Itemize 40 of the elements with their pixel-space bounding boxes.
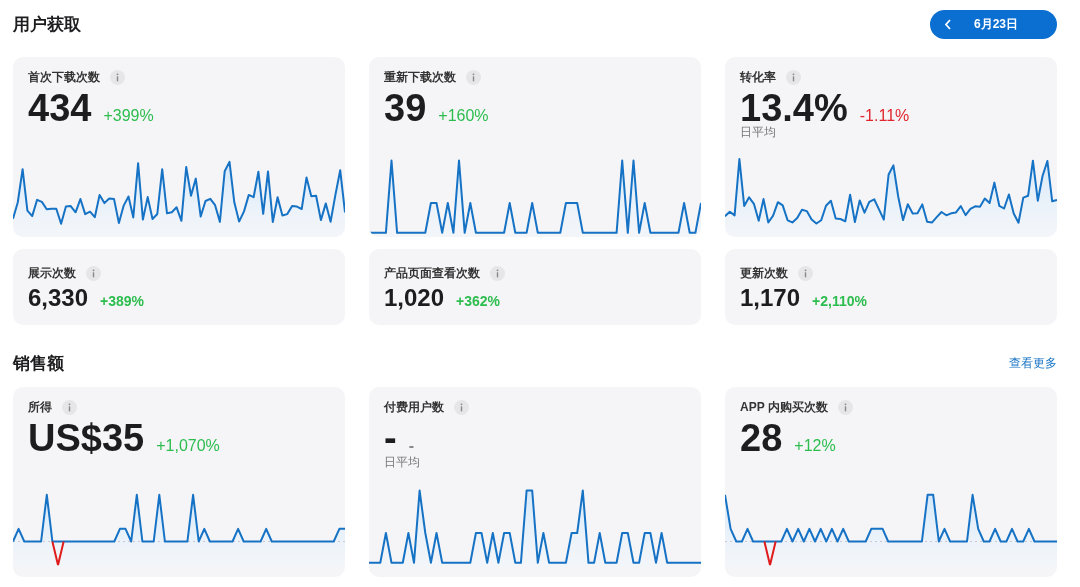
- info-icon[interactable]: [490, 266, 505, 281]
- see-more-link[interactable]: 查看更多: [1009, 354, 1057, 372]
- info-icon[interactable]: [466, 70, 481, 85]
- info-icon[interactable]: [786, 70, 801, 85]
- section-title: 用户获取: [13, 13, 81, 36]
- metric-value: 434: [28, 86, 92, 130]
- metric-label: 首次下载次数: [28, 69, 100, 86]
- info-icon[interactable]: [110, 70, 125, 85]
- section-title: 销售额: [13, 352, 64, 375]
- metric-label: 展示次数: [28, 265, 76, 282]
- change-percent: +12%: [794, 437, 836, 455]
- info-icon[interactable]: [454, 400, 469, 415]
- change-percent: +399%: [103, 107, 154, 125]
- metric-label: APP 内购买次数: [740, 399, 828, 416]
- change-percent: +160%: [438, 107, 489, 125]
- metric-label: 转化率: [740, 69, 776, 86]
- metric-label: 所得: [28, 399, 52, 416]
- metric-label: 产品页面查看次数: [384, 265, 480, 282]
- info-icon[interactable]: [62, 400, 77, 415]
- info-icon[interactable]: [837, 400, 853, 415]
- metric-value: US$35: [28, 416, 145, 460]
- metric-label: 付费用户数: [384, 399, 444, 416]
- change-percent: +389%: [100, 293, 145, 309]
- metric-value: 39: [384, 86, 427, 130]
- change-percent: +362%: [456, 293, 501, 309]
- metric-label: 更新次数: [740, 265, 788, 282]
- date-button[interactable]: 6月23日: [930, 9, 1057, 39]
- metric-value: 28: [740, 416, 783, 460]
- change-percent: -1.11%: [859, 107, 910, 125]
- metric-label: 重新下载次数: [384, 69, 456, 86]
- metric-value: 1,020: [384, 284, 445, 312]
- metric-value: 6,330: [28, 284, 89, 312]
- metric-value: 1,170: [740, 284, 801, 312]
- change-percent: +2,110%: [812, 293, 867, 309]
- metric-note: 日平均: [384, 454, 421, 471]
- change-percent: +1,070%: [156, 437, 220, 455]
- info-icon[interactable]: [86, 266, 101, 281]
- change-percent: -: [408, 437, 414, 455]
- info-icon[interactable]: [798, 266, 813, 281]
- back-chevron-icon: [944, 18, 952, 30]
